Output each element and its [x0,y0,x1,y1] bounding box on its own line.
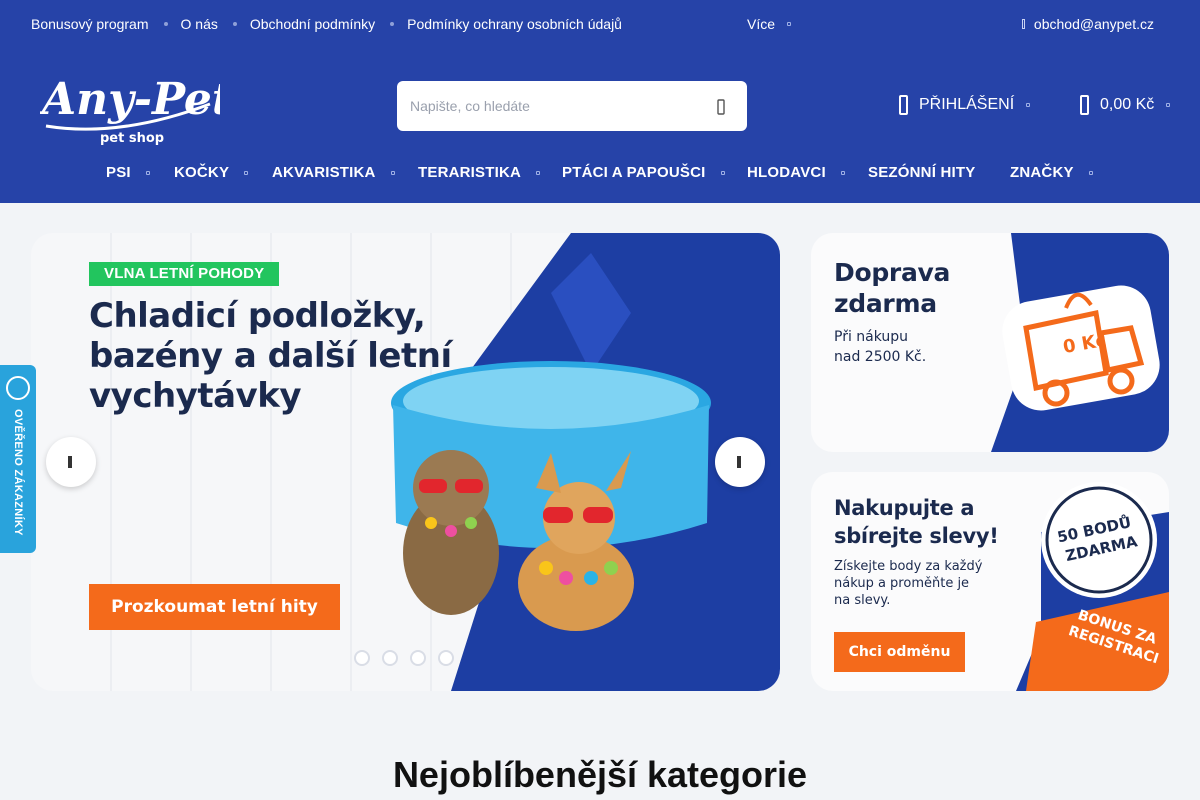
promo-free-shipping[interactable]: 0 Kč Doprava zdarma Při nákupu nad 2500 … [811,233,1169,452]
nav-label: HLODAVCI [747,164,826,181]
nav-item-birds[interactable]: PTÁCI A PAPOUŠCI [562,164,725,181]
logo-wordmark: Any-Pet [40,74,220,125]
separator-dot [232,22,237,26]
top-links: Bonusový program O nás Obchodní podmínky… [31,16,622,32]
chevron-down-icon [720,170,725,175]
chevron-right-icon [737,456,741,468]
nav-label: TERARISTIKA [418,164,522,181]
main-nav: PSI KOČKY AKVARISTIKA TERARISTIKA PTÁCI … [0,150,1200,196]
site-logo[interactable]: Any-Pet pet shop [38,64,232,148]
login-button[interactable]: PŘIHLÁŠENÍ [899,95,1031,115]
nav-label: PTÁCI A PAPOUŠCI [562,164,706,181]
hero-title-line: vychytávky [89,376,301,416]
chevron-left-icon [68,456,72,468]
slider-dot-3[interactable] [410,650,426,666]
text-line: nad 2500 Kč. [834,349,927,365]
nav-item-rodents[interactable]: HLODAVCI [747,164,845,181]
nav-item-dogs[interactable]: PSI [106,164,150,181]
more-label: Více [747,16,776,32]
verified-label: OVĚŘENO ZÁKAZNÍKY [12,409,24,536]
search-box [397,81,747,131]
promo-loyalty[interactable]: 50 BODŮ ZDARMA BONUS ZA REGISTRACI Nakup… [811,472,1169,691]
verified-seal-icon [6,376,30,400]
email-link[interactable]: obchod@anypet.cz [1021,16,1154,32]
verified-customers-tab[interactable]: OVĚŘENO ZÁKAZNÍKY [0,365,36,553]
email-text: obchod@anypet.cz [1033,16,1154,32]
mail-icon [1021,19,1025,29]
text-line: Získejte body za každý [834,559,983,574]
slider-dot-1[interactable] [354,650,370,666]
nav-item-aquaristics[interactable]: AKVARISTIKA [272,164,395,181]
promo-shipping-text: Při nákupu nad 2500 Kč. [834,327,926,367]
nav-item-terraristics[interactable]: TERARISTIKA [418,164,541,181]
logo-graphic: Any-Pet pet shop [38,74,232,146]
chevron-down-icon [244,170,249,175]
search-icon[interactable] [713,99,729,115]
slider-dots [354,650,466,666]
user-icon [899,95,908,115]
text-line: nákup a proměňte je [834,576,970,591]
logo-tagline: pet shop [100,131,164,146]
slider-prev-button[interactable] [46,437,96,487]
slider-dot-2[interactable] [382,650,398,666]
heading-line: sbírejte slevy! [834,524,999,548]
nav-item-seasonal-hits[interactable]: SEZÓNNÍ HITY [868,164,975,181]
cart-icon [1080,95,1089,115]
chevron-down-icon [1166,103,1171,107]
nav-item-cats[interactable]: KOČKY [174,164,249,181]
hero-cta-button[interactable]: Prozkoumat letní hity [89,584,340,630]
nav-item-brands[interactable]: ZNAČKY [1010,164,1093,181]
chevron-down-icon [145,170,150,175]
chevron-down-icon [536,170,541,175]
cart-button[interactable]: 0,00 Kč [1080,95,1171,115]
hero-title-line: bazény a další letní [89,336,452,376]
toplink-terms[interactable]: Obchodní podmínky [250,16,375,32]
nav-label: PSI [106,164,131,181]
claim-reward-button[interactable]: Chci odměnu [834,632,965,672]
promo-shipping-heading: Doprava zdarma [834,257,950,319]
chevron-down-icon [390,170,395,175]
slider-next-button[interactable] [715,437,765,487]
chevron-down-icon [840,170,845,175]
site-header: Bonusový program O nás Obchodní podmínky… [0,0,1200,203]
login-label: PŘIHLÁŠENÍ [919,96,1015,113]
chevron-down-icon [1088,170,1093,175]
promo-loyalty-heading: Nakupujte a sbírejte slevy! [834,494,999,550]
text-line: na slevy. [834,593,891,608]
top-bar: Bonusový program O nás Obchodní podmínky… [0,0,1200,48]
slider-dot-4[interactable] [438,650,454,666]
hero-slider[interactable]: VLNA LETNÍ POHODY Chladicí podložky, baz… [31,233,780,691]
separator-dot [390,22,395,26]
more-menu[interactable]: Více [747,16,792,32]
nav-label: SEZÓNNÍ HITY [868,164,976,181]
section-title: Nejoblíbenější kategorie [392,754,808,795]
hero-title: Chladicí podložky, bazény a další letní … [89,296,489,416]
toplink-privacy[interactable]: Podmínky ochrany osobních údajů [407,16,622,32]
heading-line: zdarma [834,289,937,318]
toplink-bonus-program[interactable]: Bonusový program [31,16,149,32]
heading-line: Nakupujte a [834,496,975,520]
heading-line: Doprava [834,258,951,287]
hero-badge: VLNA LETNÍ POHODY [89,262,280,286]
chevron-down-icon [787,22,792,26]
nav-label: AKVARISTIKA [272,164,376,181]
chevron-down-icon [1026,103,1031,107]
nav-label: KOČKY [174,164,230,181]
toplink-about[interactable]: O nás [181,16,218,32]
separator-dot [163,22,168,26]
cart-total: 0,00 Kč [1100,96,1155,113]
promo-loyalty-text: Získejte body za každý nákup a proměňte … [834,558,982,609]
hero-title-line: Chladicí podložky, [89,296,426,336]
nav-label: ZNAČKY [1010,164,1074,181]
text-line: Při nákupu [834,329,909,345]
search-input[interactable] [397,81,697,131]
